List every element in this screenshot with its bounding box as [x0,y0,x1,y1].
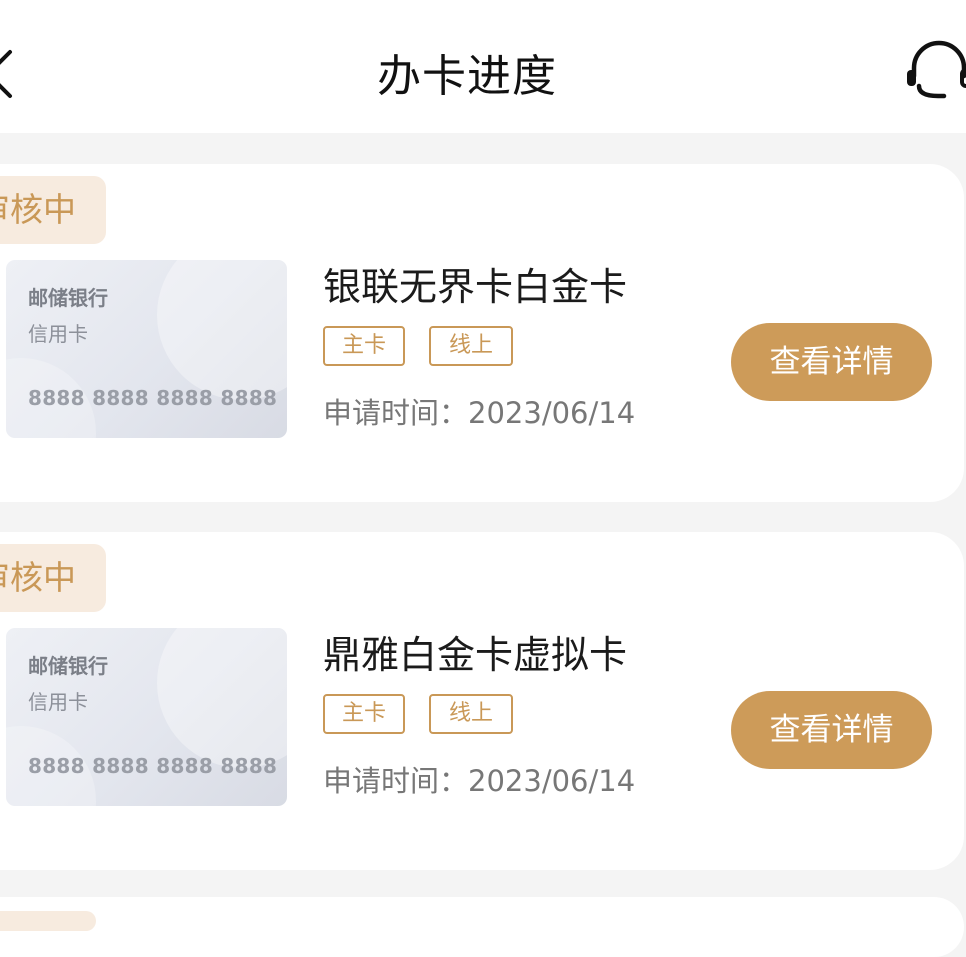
credit-card-image: 邮储银行 信用卡 8888 8888 8888 8888 [6,260,287,438]
apply-time-value: 2023/06/14 [468,764,636,798]
card-number: 8888 8888 8888 8888 [28,386,278,410]
view-details-button[interactable]: 查看详情 [731,323,932,401]
application-card[interactable]: 审核中 邮储银行 信用卡 8888 8888 8888 8888 鼎雅白金卡虚拟… [0,532,964,870]
card-bank-name: 邮储银行 [28,286,108,310]
status-badge: 审核中 [0,544,106,612]
application-card-partial[interactable] [0,897,964,957]
nav-header: 办卡进度 [0,0,966,133]
apply-time-label: 申请时间： [323,764,469,798]
credit-card-image: 邮储银行 信用卡 8888 8888 8888 8888 [6,628,287,806]
apply-time: 申请时间：2023/06/14 [323,758,635,800]
apply-time-label: 申请时间： [323,396,469,430]
apply-time: 申请时间：2023/06/14 [323,390,635,432]
card-kind-label: 信用卡 [28,322,88,346]
card-number: 8888 8888 8888 8888 [28,754,278,778]
application-card[interactable]: 审核中 邮储银行 信用卡 8888 8888 8888 8888 银联无界卡白金… [0,164,964,502]
apply-time-value: 2023/06/14 [468,396,636,430]
headset-icon[interactable] [904,38,966,104]
product-name: 鼎雅白金卡虚拟卡 [323,633,628,677]
product-name: 银联无界卡白金卡 [323,265,628,309]
tag-online: 线上 [429,694,513,734]
tag-main-card: 主卡 [323,694,405,734]
tag-online: 线上 [429,326,513,366]
page-title: 办卡进度 [377,51,557,102]
status-badge-partial [0,911,96,931]
status-badge: 审核中 [0,176,106,244]
tag-main-card: 主卡 [323,326,405,366]
card-kind-label: 信用卡 [28,690,88,714]
view-details-button[interactable]: 查看详情 [731,691,932,769]
card-bank-name: 邮储银行 [28,654,108,678]
